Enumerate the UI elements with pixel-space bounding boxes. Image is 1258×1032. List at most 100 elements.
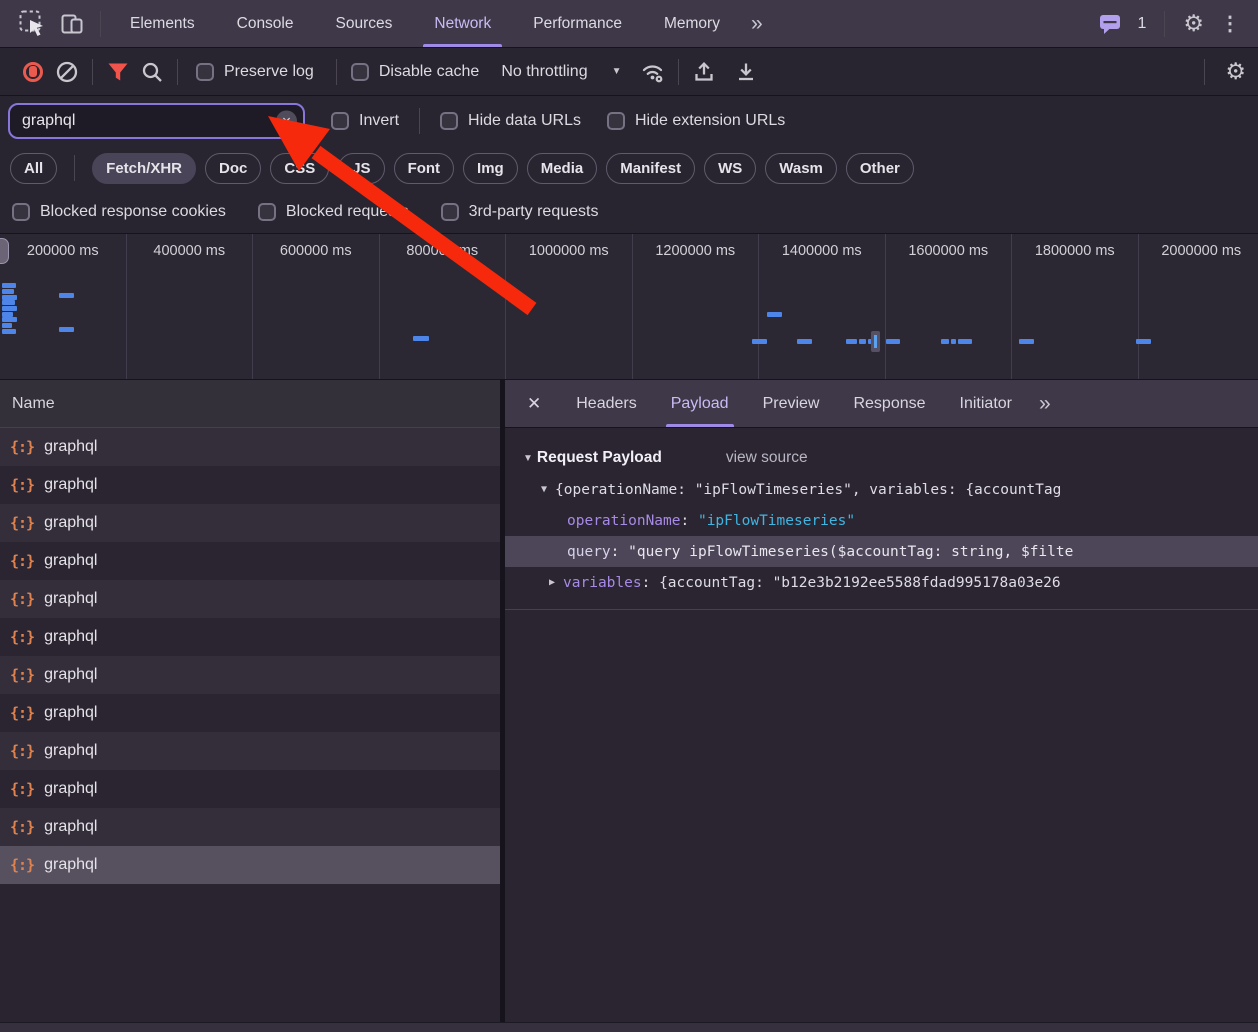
- tab-console[interactable]: Console: [216, 0, 315, 47]
- triangle-right-icon[interactable]: ▶: [549, 577, 555, 588]
- chip-media[interactable]: Media: [527, 153, 598, 184]
- waterfall-bar: [59, 327, 74, 332]
- table-row[interactable]: {:}graphql: [0, 504, 500, 542]
- tab-performance[interactable]: Performance: [512, 0, 643, 47]
- chip-wasm[interactable]: Wasm: [765, 153, 837, 184]
- settings-gear-icon[interactable]: ⚙: [1183, 12, 1204, 35]
- main-tabs: ElementsConsoleSourcesNetworkPerformance…: [109, 0, 741, 47]
- filter-input[interactable]: [10, 112, 303, 130]
- tab-sources[interactable]: Sources: [315, 0, 414, 47]
- toggle-3rd-party-requests[interactable]: 3rd-party requests: [441, 203, 599, 221]
- tab-preview[interactable]: Preview: [746, 380, 837, 427]
- details-tab-bar: ✕ HeadersPayloadPreviewResponseInitiator…: [505, 380, 1258, 428]
- json-braces-icon: {:}: [10, 666, 34, 684]
- tab-initiator[interactable]: Initiator: [943, 380, 1029, 427]
- chip-manifest[interactable]: Manifest: [606, 153, 695, 184]
- clear-filter-icon[interactable]: ✕: [276, 111, 297, 132]
- chip-other[interactable]: Other: [846, 153, 914, 184]
- clear-network-log-button[interactable]: [50, 55, 84, 89]
- toggle-blocked-requests[interactable]: Blocked requests: [258, 203, 409, 221]
- overview-grip-handle[interactable]: [0, 238, 9, 264]
- payload-query-line[interactable]: query: "query ipFlowTimeseries($accountT…: [505, 536, 1258, 567]
- table-row[interactable]: {:}graphql: [0, 846, 500, 884]
- payload-summary-line[interactable]: ▼ {operationName: "ipFlowTimeseries", va…: [505, 474, 1258, 505]
- table-row[interactable]: {:}graphql: [0, 428, 500, 466]
- tab-headers[interactable]: Headers: [559, 380, 653, 427]
- preserve-log-checkbox[interactable]: [196, 63, 214, 81]
- invert-label: Invert: [359, 112, 399, 130]
- filter-icon[interactable]: [101, 55, 135, 89]
- waterfall-bar: [2, 283, 16, 288]
- tab-elements[interactable]: Elements: [109, 0, 216, 47]
- table-row[interactable]: {:}graphql: [0, 808, 500, 846]
- chip-all[interactable]: All: [10, 153, 57, 184]
- issues-count[interactable]: 1: [1137, 15, 1146, 33]
- table-row[interactable]: {:}graphql: [0, 542, 500, 580]
- chip-css[interactable]: CSS: [270, 153, 329, 184]
- table-row[interactable]: {:}graphql: [0, 618, 500, 656]
- tab-memory[interactable]: Memory: [643, 0, 741, 47]
- waterfall-bar: [1019, 339, 1034, 344]
- blocked-response-cookies-checkbox[interactable]: [12, 203, 30, 221]
- waterfall-selection-marker[interactable]: [871, 331, 880, 352]
- waterfall-bar: [886, 339, 900, 344]
- payload-variables-line[interactable]: ▶ variables: {accountTag: "b12e3b2192ee5…: [505, 567, 1258, 598]
- table-row[interactable]: {:}graphql: [0, 580, 500, 618]
- name-column-header[interactable]: Name: [0, 380, 500, 428]
- chip-js[interactable]: JS: [338, 153, 384, 184]
- hide-extension-urls-label: Hide extension URLs: [635, 112, 785, 130]
- network-overview-timeline[interactable]: 200000 ms400000 ms600000 ms800000 ms1000…: [0, 234, 1258, 380]
- toolbar-divider: [92, 59, 93, 85]
- issues-icon[interactable]: [1095, 4, 1125, 44]
- hide-extension-urls-checkbox[interactable]: [607, 112, 625, 130]
- hide-extension-urls-toggle[interactable]: Hide extension URLs: [607, 112, 785, 130]
- invert-checkbox[interactable]: [331, 112, 349, 130]
- chip-doc[interactable]: Doc: [205, 153, 261, 184]
- request-name: graphql: [44, 818, 97, 836]
- hide-data-urls-checkbox[interactable]: [440, 112, 458, 130]
- table-row[interactable]: {:}graphql: [0, 770, 500, 808]
- toolbar-divider: [1204, 59, 1205, 85]
- kebab-menu-icon[interactable]: ⋮: [1214, 11, 1246, 36]
- disable-cache-checkbox[interactable]: [351, 63, 369, 81]
- network-settings-gear-icon[interactable]: ⚙: [1225, 60, 1246, 83]
- table-row[interactable]: {:}graphql: [0, 732, 500, 770]
- triangle-down-icon[interactable]: ▼: [523, 453, 533, 464]
- search-icon[interactable]: [135, 55, 169, 89]
- chip-ws[interactable]: WS: [704, 153, 756, 184]
- tab-response[interactable]: Response: [836, 380, 942, 427]
- table-row[interactable]: {:}graphql: [0, 694, 500, 732]
- toggle-blocked-response-cookies[interactable]: Blocked response cookies: [12, 203, 226, 221]
- invert-toggle[interactable]: Invert: [331, 112, 399, 130]
- network-filter-row: ✕ Invert Hide data URLs Hide extension U…: [0, 96, 1258, 146]
- tab-network[interactable]: Network: [413, 0, 512, 47]
- close-icon[interactable]: ✕: [505, 380, 559, 427]
- view-source-link[interactable]: view source: [726, 449, 808, 467]
- more-tabs-icon[interactable]: »: [741, 12, 771, 36]
- chip-font[interactable]: Font: [394, 153, 454, 184]
- throttling-dropdown[interactable]: No throttling ▼: [501, 63, 621, 81]
- chip-fetch-xhr[interactable]: Fetch/XHR: [92, 153, 196, 184]
- tab-payload[interactable]: Payload: [654, 380, 746, 427]
- triangle-down-icon[interactable]: ▼: [541, 484, 547, 495]
- hide-data-urls-label: Hide data URLs: [468, 112, 581, 130]
- chip-img[interactable]: Img: [463, 153, 518, 184]
- preserve-log-toggle[interactable]: Preserve log: [196, 63, 314, 81]
- disable-cache-toggle[interactable]: Disable cache: [351, 63, 480, 81]
- table-row[interactable]: {:}graphql: [0, 656, 500, 694]
- 3rd-party-requests-checkbox[interactable]: [441, 203, 459, 221]
- device-toolbar-icon[interactable]: [52, 4, 92, 44]
- blocked-requests-checkbox[interactable]: [258, 203, 276, 221]
- tick-label: 1800000 ms: [1035, 243, 1115, 259]
- record-network-log-button[interactable]: [16, 55, 50, 89]
- waterfall-bar: [752, 339, 767, 344]
- waterfall-bar: [859, 339, 866, 344]
- network-conditions-icon[interactable]: [636, 55, 670, 89]
- import-har-icon[interactable]: [687, 55, 721, 89]
- timeline-ruler: 200000 ms400000 ms600000 ms800000 ms1000…: [0, 234, 1258, 379]
- hide-data-urls-toggle[interactable]: Hide data URLs: [440, 112, 581, 130]
- export-har-icon[interactable]: [729, 55, 763, 89]
- table-row[interactable]: {:}graphql: [0, 466, 500, 504]
- inspect-element-icon[interactable]: [12, 4, 52, 44]
- details-more-tabs-icon[interactable]: »: [1029, 392, 1059, 416]
